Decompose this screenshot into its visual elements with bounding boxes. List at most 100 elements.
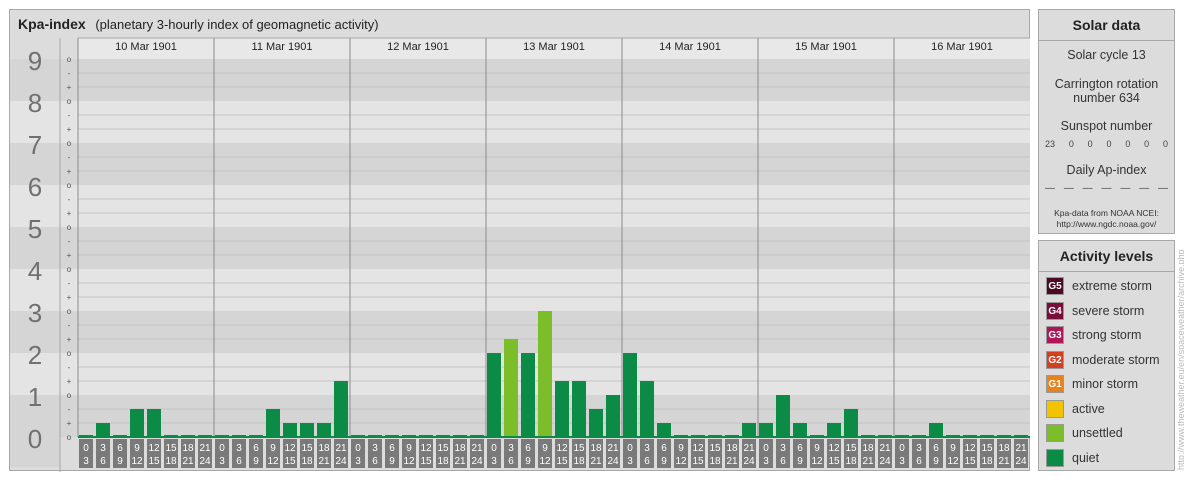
activity-level-label: extreme storm xyxy=(1072,279,1152,294)
interval-start-label: 3 xyxy=(916,443,922,454)
y-subtick-label: o xyxy=(67,97,72,106)
interval-end-label: 21 xyxy=(454,456,466,467)
chart-title: Kpa-index xyxy=(18,16,86,32)
y-subtick-label: - xyxy=(68,69,71,78)
interval-end-label: 15 xyxy=(420,456,432,467)
activity-level-minor-storm: G1 minor storm xyxy=(1039,372,1174,397)
sunspot-value: 0 xyxy=(1162,139,1168,149)
kp-bar xyxy=(300,423,314,437)
y-subtick-label: + xyxy=(67,419,72,428)
kp-bar xyxy=(589,408,603,437)
kp-subtick-band xyxy=(60,59,78,101)
y-tick-label: 7 xyxy=(28,130,42,160)
interval-start-label: 18 xyxy=(862,443,874,454)
activity-level-badge: G4 xyxy=(1046,301,1064,320)
kp-bar xyxy=(929,423,943,437)
interval-end-label: 18 xyxy=(845,456,857,467)
interval-end-label: 9 xyxy=(933,456,939,467)
sunspot-value: 0 xyxy=(1144,139,1150,149)
interval-end-label: 12 xyxy=(947,456,959,467)
ap-value: — xyxy=(1120,183,1131,194)
sunspot-value: 0 xyxy=(1068,139,1074,149)
interval-end-label: 12 xyxy=(131,456,143,467)
interval-start-label: 15 xyxy=(981,443,993,454)
day-label: 15 Mar 1901 xyxy=(795,41,857,53)
kp-bar xyxy=(844,408,858,437)
interval-end-label: 9 xyxy=(253,456,259,467)
interval-start-label: 9 xyxy=(814,443,820,454)
kp-bar xyxy=(96,423,110,437)
interval-end-label: 3 xyxy=(491,456,497,467)
interval-start-label: 12 xyxy=(556,443,568,454)
interval-start-label: 9 xyxy=(134,443,140,454)
kp-bar xyxy=(742,423,756,437)
interval-start-label: 6 xyxy=(797,443,803,454)
interval-end-label: 12 xyxy=(403,456,415,467)
interval-end-label: 9 xyxy=(661,456,667,467)
interval-start-label: 0 xyxy=(355,443,361,454)
kp-bar xyxy=(776,395,790,437)
y-subtick-label: + xyxy=(67,83,72,92)
y-tick-label: 0 xyxy=(28,424,42,454)
y-subtick-label: o xyxy=(67,223,72,232)
ap-value: — xyxy=(1101,183,1112,194)
interval-end-label: 6 xyxy=(780,456,786,467)
chart-title-row: Kpa-index (planetary 3-hourly index of g… xyxy=(18,16,379,32)
y-tick-label: 2 xyxy=(28,340,42,370)
kp-bar xyxy=(283,423,297,437)
kp-subtick-band xyxy=(60,353,78,395)
kp-band xyxy=(78,269,1030,311)
interval-end-label: 18 xyxy=(301,456,313,467)
interval-start-label: 3 xyxy=(100,443,106,454)
interval-start-label: 18 xyxy=(454,443,466,454)
solar-data-heading: Solar data xyxy=(1039,10,1174,41)
interval-end-label: 15 xyxy=(828,456,840,467)
interval-start-label: 18 xyxy=(182,443,194,454)
interval-end-label: 21 xyxy=(590,456,602,467)
kp-bar xyxy=(827,423,841,437)
activity-level-badge: G5 xyxy=(1046,277,1064,296)
kp-bar xyxy=(317,423,331,437)
kp-subtick-band xyxy=(60,101,78,143)
interval-end-label: 15 xyxy=(284,456,296,467)
activity-level-badge xyxy=(1046,399,1064,418)
interval-start-label: 6 xyxy=(253,443,259,454)
sunspot-values: 23 0 0 0 0 0 0 xyxy=(1039,139,1174,149)
interval-start-label: 15 xyxy=(301,443,313,454)
activity-level-label: active xyxy=(1072,401,1105,416)
interval-end-label: 24 xyxy=(1015,456,1027,467)
ap-value: — xyxy=(1045,183,1055,194)
day-label: 16 Mar 1901 xyxy=(931,41,993,53)
kp-bar xyxy=(623,353,637,437)
interval-end-label: 12 xyxy=(811,456,823,467)
kp-bar xyxy=(572,381,586,437)
y-tick-label: 6 xyxy=(28,172,42,202)
kp-bar xyxy=(538,311,552,437)
interval-start-label: 9 xyxy=(406,443,412,454)
interval-end-label: 24 xyxy=(607,456,619,467)
watermark: http://www.theweather.eu/en/spaceweather… xyxy=(1176,249,1184,470)
data-source-line2: http://www.ngdc.noaa.gov/ xyxy=(1056,219,1157,229)
interval-start-label: 3 xyxy=(372,443,378,454)
y-subtick-label: + xyxy=(67,209,72,218)
kp-band xyxy=(78,353,1030,395)
interval-end-label: 24 xyxy=(743,456,755,467)
interval-end-label: 9 xyxy=(525,456,531,467)
interval-end-label: 24 xyxy=(199,456,211,467)
interval-start-label: 6 xyxy=(661,443,667,454)
y-subtick-label: o xyxy=(67,433,72,442)
y-subtick-label: - xyxy=(68,111,71,120)
interval-start-label: 3 xyxy=(236,443,242,454)
kpa-chart: 0123456789o+o+-o+-o+-o+-o+-o+-o+-o+-o-10… xyxy=(10,37,1030,472)
interval-start-label: 18 xyxy=(726,443,738,454)
y-subtick-label: - xyxy=(68,363,71,372)
activity-level-moderate-storm: G2 moderate storm xyxy=(1039,348,1174,373)
interval-start-label: 6 xyxy=(525,443,531,454)
interval-end-label: 18 xyxy=(437,456,449,467)
activity-level-severe-storm: G4 severe storm xyxy=(1039,299,1174,324)
y-subtick-label: + xyxy=(67,293,72,302)
carrington-line2: number 634 xyxy=(1073,91,1140,105)
kp-bar xyxy=(147,408,161,437)
y-tick-label: 5 xyxy=(28,214,42,244)
kp-band xyxy=(78,101,1030,143)
